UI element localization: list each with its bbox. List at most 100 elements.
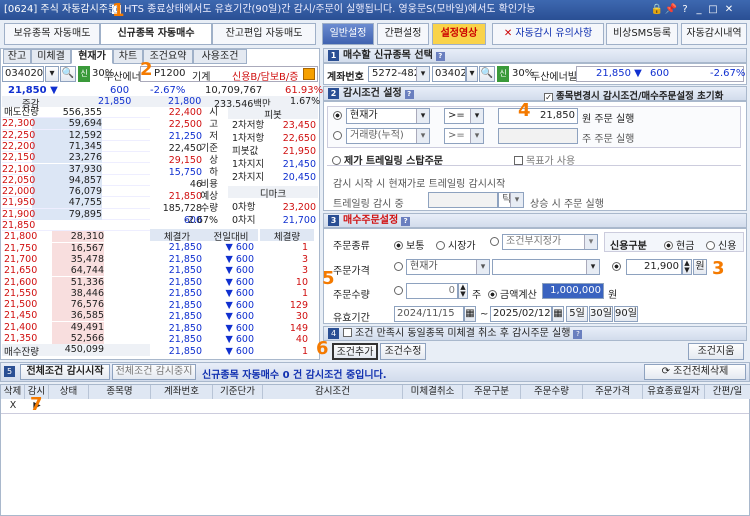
memo-icon[interactable] — [303, 68, 315, 80]
cash-radio[interactable]: 현금 — [664, 237, 694, 252]
bid-price: 21,500 — [4, 299, 38, 311]
5day-button[interactable]: 5일 — [566, 306, 588, 322]
date-from-input[interactable]: 2024/11/15 — [394, 306, 464, 322]
op1-select[interactable]: >= — [444, 108, 484, 124]
pin-icon[interactable]: 📌 — [664, 3, 678, 17]
cond2-select[interactable]: 거래량(누적) — [346, 128, 430, 144]
search-icon[interactable]: 🔍 — [60, 66, 76, 82]
close-icon[interactable]: ✕ — [722, 3, 736, 17]
sms-register-button[interactable]: 비상SMS등록 — [606, 23, 678, 45]
30day-button[interactable]: 30일 — [589, 306, 613, 322]
pivot-label: 2차저항 — [232, 120, 265, 131]
help-icon[interactable]: ? — [678, 3, 692, 17]
tab-current-price[interactable]: 현재가 — [71, 49, 113, 64]
settings-video-button[interactable]: 설정영상 — [432, 23, 486, 45]
delete-all-button[interactable]: ⟳ 조건전체삭제 — [644, 364, 746, 380]
badge-3: 3 — [712, 258, 725, 279]
code-input[interactable]: 034020 — [432, 66, 466, 82]
tab-unfilled[interactable]: 미체결 — [31, 49, 71, 64]
price-select-2[interactable] — [492, 259, 600, 275]
price-radio[interactable] — [394, 262, 406, 273]
cond2-radio[interactable] — [333, 131, 345, 142]
cond1-radio[interactable] — [333, 111, 345, 122]
date-to-input[interactable]: 2025/02/12 — [490, 306, 552, 322]
unit2-label: 주 주문 실행 — [582, 134, 635, 145]
delete-condition-button[interactable]: 조건지움 — [688, 343, 744, 360]
general-settings-button[interactable]: 일반설정 — [322, 23, 374, 45]
unit1-label: 원 주문 실행 — [582, 114, 635, 125]
credit-radio[interactable]: 신용 — [706, 237, 736, 252]
tick-qty: 1 — [301, 288, 308, 299]
trail-radio[interactable]: 제가 트레일링 스탑주문 — [332, 152, 443, 167]
value2-input[interactable] — [498, 128, 578, 144]
add-condition-button[interactable]: 조건추가 — [332, 343, 378, 360]
tick-price: 21,850 — [168, 288, 202, 299]
minimize-icon[interactable]: _ — [692, 3, 706, 17]
market-radio[interactable]: 시장가 — [436, 237, 476, 252]
list-header: 주문구분 — [463, 385, 521, 399]
dropdown-icon[interactable]: ▾ — [45, 66, 59, 82]
calendar-icon[interactable]: ▦ — [552, 306, 564, 322]
stock-code-input[interactable]: 034020 — [2, 66, 44, 82]
search-icon[interactable]: 🔍 — [479, 66, 495, 82]
dropdown-icon[interactable]: ▾ — [466, 66, 478, 82]
tab-holding-auto-sell[interactable]: 보유종목 자동매도 — [4, 23, 100, 45]
qty-stepper[interactable]: ▲ ▼ — [458, 283, 468, 299]
trail-label: 트레일링 감시 중 — [333, 199, 404, 210]
reset-checkbox[interactable]: ✓ 종목변경시 감시조건/매수주문설정 초기화 — [544, 88, 723, 102]
lock-icon[interactable]: 🔒 — [650, 3, 664, 17]
maximize-icon[interactable]: □ — [706, 3, 720, 17]
normal-radio[interactable]: 보통 — [394, 237, 424, 252]
value1-input[interactable]: 21,850 — [498, 108, 578, 124]
bid-qty: 28,310 — [52, 231, 104, 243]
tick-change: ▼ 600 — [210, 277, 254, 288]
list-header: 주문수량 — [521, 385, 583, 399]
won-button[interactable]: 원 — [693, 259, 707, 275]
badge-5: 5 — [322, 268, 335, 289]
qty-input[interactable]: 0 — [406, 283, 458, 299]
cond-price-select[interactable]: 조건부지정가 — [502, 234, 598, 250]
simple-settings-button[interactable]: 간편설정 — [377, 23, 429, 45]
stop-all-button[interactable]: 전체조건 감시중지 — [112, 364, 196, 380]
demark-label: 0차지 — [232, 215, 256, 226]
bid-price: 21,550 — [4, 287, 38, 299]
ask-price: 22,150 — [2, 152, 36, 164]
info-row: 600 -2.67% — [150, 215, 220, 227]
start-all-button[interactable]: 전체조건 감시시작 — [20, 364, 110, 380]
cond-price-radio[interactable] — [490, 237, 502, 248]
trail-input[interactable] — [428, 192, 498, 208]
amount-input[interactable]: 1,000,000 — [542, 283, 604, 299]
tab-balance-auto-sell[interactable]: 잔고편입 자동매도 — [212, 23, 316, 45]
tab-chart[interactable]: 차트 — [113, 49, 143, 64]
op2-select[interactable]: >= — [444, 128, 484, 144]
90day-button[interactable]: 90일 — [614, 306, 638, 322]
tab-use-condition[interactable]: 사용조건 — [193, 49, 247, 64]
pivot-row: 1차저항 22,650 — [228, 132, 318, 145]
price-value-radio[interactable] — [612, 262, 624, 273]
caution-button[interactable]: ✕ 자동감시 유의사항 — [492, 23, 604, 45]
history-button[interactable]: 자동감시내역 — [681, 23, 747, 45]
edit-condition-button[interactable]: 조건수정 — [380, 343, 426, 360]
tick-qty: 3 — [301, 253, 308, 265]
tab-balance[interactable]: 잔고 — [3, 49, 31, 64]
price-input[interactable]: 21,900 — [626, 259, 682, 275]
amount-radio[interactable]: 금액계산 — [488, 286, 537, 301]
target-checkbox[interactable]: 목표가 사용 — [514, 152, 575, 167]
bid-row: 21,450 36,585 — [2, 310, 150, 322]
calendar-icon[interactable]: ▦ — [464, 306, 476, 322]
tick-row: 21,850 ▼ 600 3 — [150, 254, 318, 265]
bid-row: 21,700 35,478 — [2, 253, 150, 265]
cond1-select[interactable]: 현재가 — [346, 108, 430, 124]
tick-select[interactable]: 틱 — [498, 192, 524, 208]
tab-new-auto-buy[interactable]: 신규종목 자동매수 — [100, 23, 212, 45]
down-arrow-icon: ▼ — [225, 265, 236, 276]
account-select[interactable]: 5272-4825 — [368, 66, 430, 82]
qty-radio[interactable] — [394, 286, 406, 297]
tick-qty: 1 — [301, 242, 308, 253]
delete-cell[interactable]: X — [1, 400, 25, 413]
price-stepper[interactable]: ▲ ▼ — [682, 259, 692, 275]
tick-price: 21,850 — [168, 299, 202, 311]
price-select[interactable]: 현재가 — [406, 259, 490, 275]
tick-change: ▼ 600 — [210, 265, 254, 276]
account-label: 계좌번호 — [327, 72, 364, 83]
